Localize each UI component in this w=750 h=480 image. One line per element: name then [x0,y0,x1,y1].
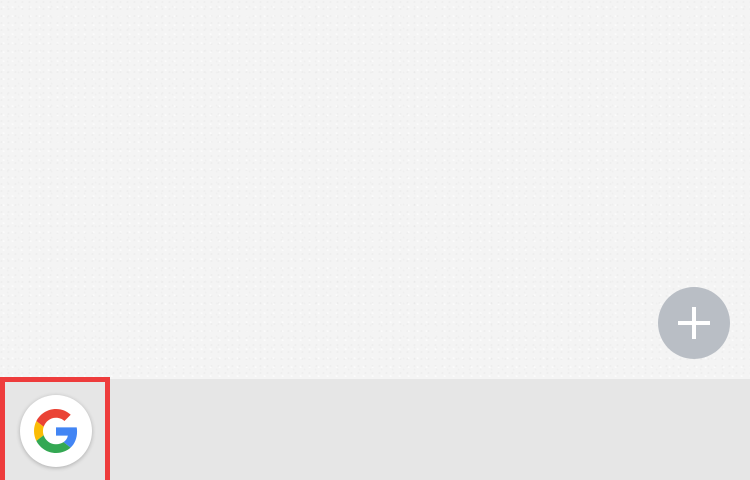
plus-icon [678,307,710,339]
google-app-button[interactable] [20,395,92,467]
bottom-dock [0,379,750,480]
google-g-icon [34,409,78,453]
canvas-area [0,0,750,379]
add-button[interactable] [658,287,730,359]
